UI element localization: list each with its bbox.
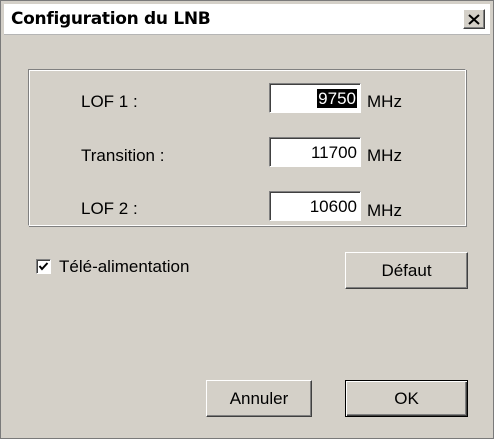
close-icon: [468, 13, 480, 25]
title-bar[interactable]: Configuration du LNB: [4, 4, 490, 35]
lof1-label: LOF 1 :: [81, 92, 138, 111]
default-button[interactable]: Défaut: [345, 252, 468, 289]
lof1-value: 9750: [317, 89, 357, 108]
lof2-input[interactable]: 10600: [269, 191, 361, 221]
power-checkbox[interactable]: [36, 259, 51, 274]
ok-button[interactable]: OK: [345, 380, 468, 417]
close-button[interactable]: [463, 9, 485, 29]
checkmark-icon: [38, 262, 49, 271]
transition-unit: MHz: [367, 146, 402, 165]
lof1-input[interactable]: 9750: [269, 83, 361, 113]
transition-label: Transition :: [81, 146, 165, 165]
lnb-config-dialog: Configuration du LNB LOF 1 : 9750 MHz Tr…: [0, 0, 494, 439]
window-title: Configuration du LNB: [11, 9, 211, 29]
power-label[interactable]: Télé-alimentation: [59, 257, 189, 277]
lof1-unit: MHz: [367, 92, 402, 111]
transition-input[interactable]: 11700: [269, 137, 361, 167]
cancel-button[interactable]: Annuler: [206, 380, 312, 417]
lof2-value: 10600: [309, 197, 357, 216]
transition-value: 11700: [310, 143, 357, 162]
lof2-label: LOF 2 :: [81, 199, 138, 218]
lof2-unit: MHz: [367, 201, 402, 220]
